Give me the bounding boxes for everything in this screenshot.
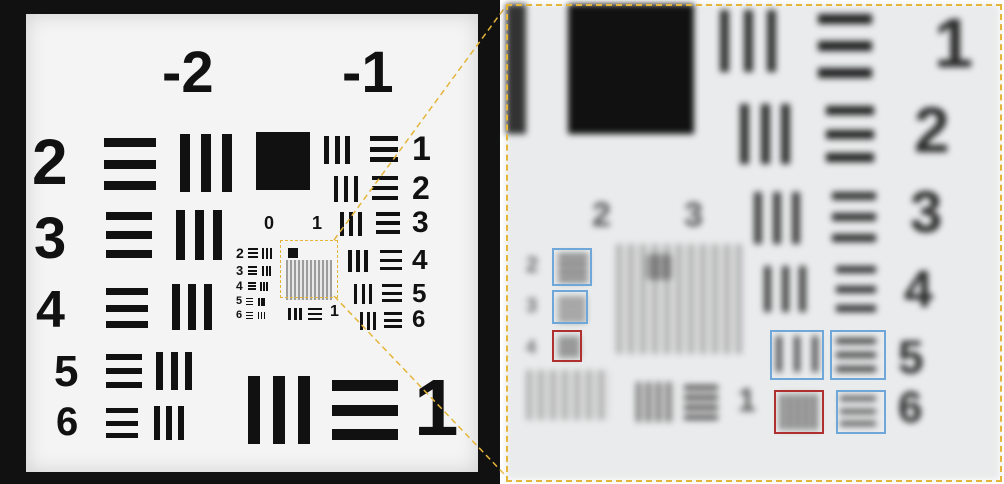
inner-bottom-hbars xyxy=(308,308,322,320)
inner-label-4: 4 xyxy=(236,279,243,293)
vbars-3 xyxy=(176,210,222,260)
zoom-group-label-2: 2 xyxy=(592,196,611,234)
inner-vbars-5 xyxy=(258,298,265,306)
vbars-m1-1 xyxy=(324,136,350,164)
zoom-center-pattern xyxy=(616,244,742,354)
highlight-box-blue-3 xyxy=(770,330,824,380)
bottom-vbars xyxy=(248,376,310,444)
vbars-4 xyxy=(172,284,212,330)
zoom-label-3: 3 xyxy=(910,180,943,245)
inner-label-5: 5 xyxy=(236,295,243,307)
zoom-panel: 1 2 3 4 5 6 2 3 2 3 4 1 xyxy=(506,4,1000,480)
inner-label-3: 3 xyxy=(236,263,244,278)
hbars-m1-6 xyxy=(384,312,402,328)
zoom-hbars-1 xyxy=(818,14,872,78)
highlight-box-red-2 xyxy=(774,390,824,434)
highlight-box-red-1 xyxy=(552,330,582,362)
hbars-m1-1 xyxy=(370,136,398,162)
inner-vbars-4 xyxy=(260,282,268,291)
vbars-5 xyxy=(156,352,192,390)
hbars-m1-4 xyxy=(380,250,402,270)
highlight-box-blue-2 xyxy=(552,290,588,324)
zoom-vbars-3 xyxy=(754,192,800,244)
hbars-5 xyxy=(106,354,142,388)
zoom-vbars-2 xyxy=(740,104,790,164)
zoom-vbars-4 xyxy=(764,266,806,312)
inner-hbars-3 xyxy=(248,266,257,275)
hbars-4 xyxy=(106,288,148,328)
highlight-box-blue-1 xyxy=(552,248,592,286)
highlight-box-blue-4 xyxy=(830,330,886,380)
group-label-0: 0 xyxy=(264,213,275,233)
element-label-4: 4 xyxy=(36,281,65,339)
vbars-m1-4 xyxy=(348,250,368,272)
zoom-lower-vbars xyxy=(636,382,676,422)
bottom-hbars xyxy=(332,380,398,440)
zoom-label-6: 6 xyxy=(898,383,923,432)
vbars-m1-2 xyxy=(334,176,358,202)
hbars-m1-5 xyxy=(382,284,402,302)
vbars-m1-5 xyxy=(354,284,372,304)
zoom-hbars-2 xyxy=(826,106,874,162)
solid-square xyxy=(256,132,310,190)
vbars-6 xyxy=(154,406,184,440)
zoom-vbars-1 xyxy=(720,10,776,72)
hbars-6 xyxy=(106,408,138,438)
element-label-5: 5 xyxy=(54,347,79,396)
zoom-small-label-4: 4 xyxy=(526,337,537,357)
inner-label-1: 1 xyxy=(330,303,339,320)
zoom-tiny-label-1: 1 xyxy=(738,382,756,418)
target-photo: -2 -1 2 3 4 5 6 1 2 3 4 5 6 0 1 2 3 4 5 … xyxy=(0,0,500,484)
hbars-m1-3 xyxy=(376,212,400,234)
zoom-small-label-2: 2 xyxy=(526,252,539,277)
mid-label-5: 5 xyxy=(412,278,427,308)
zoom-group-label-3: 3 xyxy=(684,196,703,234)
inner-hbars-5 xyxy=(246,298,253,305)
mid-label-4: 4 xyxy=(412,244,428,275)
zoom-hbars-3 xyxy=(832,192,876,242)
zoom-hbars-4 xyxy=(836,266,876,312)
zoom-small-label-3: 3 xyxy=(526,295,538,317)
zoom-region-marker xyxy=(280,240,338,298)
hbars-2 xyxy=(104,138,156,190)
inner-label-2: 2 xyxy=(236,245,244,261)
highlight-box-blue-5 xyxy=(836,390,886,434)
mid-label-3: 3 xyxy=(412,206,429,239)
vbars-m1-3 xyxy=(340,212,362,236)
zoom-label-5: 5 xyxy=(898,331,924,383)
bottom-label-1: 1 xyxy=(414,363,459,452)
inner-vbars-2 xyxy=(262,248,272,259)
inner-hbars-4 xyxy=(248,282,256,290)
group-label-minus1: -1 xyxy=(342,40,394,105)
inner-label-6: 6 xyxy=(236,309,243,321)
zoom-lower-hbars xyxy=(684,384,718,420)
inner-hbars-2 xyxy=(248,248,258,258)
zoom-left-dark xyxy=(506,4,526,134)
group-label-minus2: -2 xyxy=(162,40,214,105)
hbars-m1-2 xyxy=(372,176,398,200)
zoom-label-1: 1 xyxy=(934,4,973,82)
inner-hbars-6 xyxy=(246,312,253,319)
zoom-black-square xyxy=(568,4,694,134)
mid-label-2: 2 xyxy=(412,170,430,206)
zoom-label-4: 4 xyxy=(904,261,933,319)
vbars-m1-6 xyxy=(360,312,376,330)
element-label-6: 6 xyxy=(56,400,79,444)
group-label-1: 1 xyxy=(312,213,323,233)
zoom-lower-pattern xyxy=(526,370,610,420)
mid-label-1: 1 xyxy=(412,130,431,168)
inner-vbars-3 xyxy=(262,266,271,276)
hbars-3 xyxy=(106,212,152,258)
vbars-2 xyxy=(180,134,232,192)
element-label-2: 2 xyxy=(32,126,68,198)
target-card: -2 -1 2 3 4 5 6 1 2 3 4 5 6 0 1 2 3 4 5 … xyxy=(26,14,478,472)
zoom-label-2: 2 xyxy=(914,94,950,166)
inner-bottom-vbars xyxy=(288,308,302,320)
mid-label-6: 6 xyxy=(412,306,426,333)
inner-vbars-6 xyxy=(258,312,265,319)
element-label-3: 3 xyxy=(34,206,67,271)
